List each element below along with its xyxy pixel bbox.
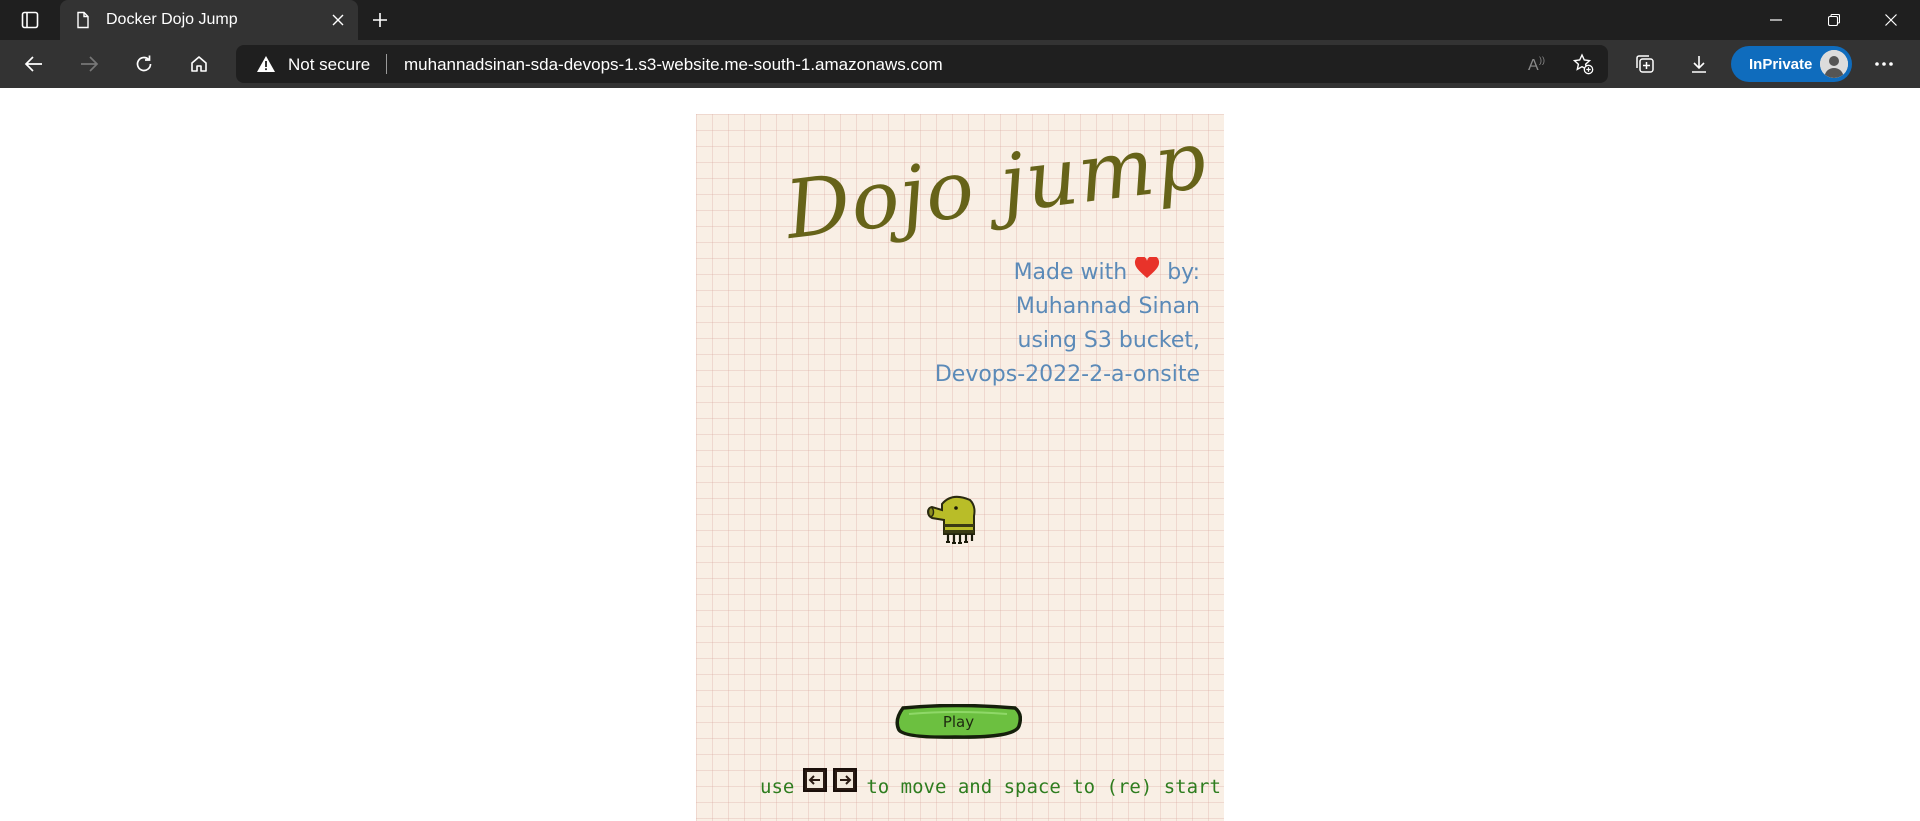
svg-text:)): )) xyxy=(1539,55,1545,65)
credits-by: by: xyxy=(1167,260,1200,285)
collections-icon[interactable] xyxy=(1627,48,1663,80)
home-icon[interactable] xyxy=(181,48,217,80)
credits-platform: using S3 bucket, xyxy=(1017,328,1201,353)
minimize-icon[interactable] xyxy=(1747,0,1805,40)
refresh-icon[interactable] xyxy=(126,48,162,80)
heart-icon xyxy=(1134,255,1160,290)
security-label[interactable]: Not secure xyxy=(288,55,370,75)
credits-made-with: Made with xyxy=(1013,260,1128,285)
address-divider xyxy=(386,54,387,74)
forward-arrow-icon[interactable] xyxy=(71,48,107,80)
more-icon[interactable] xyxy=(1866,48,1902,80)
plus-icon[interactable] xyxy=(366,8,394,32)
add-favorite-icon[interactable] xyxy=(1567,49,1599,79)
credits-author: Muhannad Sinan xyxy=(1015,294,1200,319)
inprivate-label: InPrivate xyxy=(1749,56,1813,73)
close-icon[interactable] xyxy=(328,10,348,30)
right-arrow-key-icon xyxy=(833,768,858,792)
browser-toolbar: Not secure muhannadsinan-sda-devops-1.s3… xyxy=(0,40,1920,88)
controls-hint: use to move and space to (re) start... xyxy=(760,768,1224,798)
doodler-character-icon xyxy=(926,494,978,548)
tab-title: Docker Dojo Jump xyxy=(106,11,238,28)
tab-actions-icon[interactable] xyxy=(14,8,46,32)
restore-icon[interactable] xyxy=(1805,0,1863,40)
read-aloud-icon[interactable]: A)) xyxy=(1522,49,1554,79)
document-icon xyxy=(74,11,92,29)
avatar-icon xyxy=(1820,50,1848,78)
address-bar[interactable]: Not secure muhannadsinan-sda-devops-1.s3… xyxy=(236,45,1608,83)
credits: Made with by: Muhannad Sinan using S3 bu… xyxy=(934,255,1201,392)
back-arrow-icon[interactable] xyxy=(16,48,52,80)
warning-icon[interactable] xyxy=(256,55,276,73)
tab-bar: Docker Dojo Jump xyxy=(0,0,1920,40)
hint-suffix: to move and space to (re) start... xyxy=(866,776,1224,798)
credits-cohort: Devops-2022-2-a-onsite xyxy=(934,362,1200,387)
url-text[interactable]: muhannadsinan-sda-devops-1.s3-website.me… xyxy=(404,55,943,75)
browser-tab[interactable]: Docker Dojo Jump xyxy=(60,0,358,40)
left-arrow-key-icon xyxy=(803,768,828,792)
close-window-icon[interactable] xyxy=(1862,0,1920,40)
game-title: Dojo jump xyxy=(780,114,1212,257)
download-icon[interactable] xyxy=(1681,48,1717,80)
play-label: Play xyxy=(942,713,975,731)
inprivate-button[interactable]: InPrivate xyxy=(1731,46,1852,82)
play-button[interactable]: Play xyxy=(895,704,1022,740)
hint-prefix: use xyxy=(760,776,795,798)
svg-text:A: A xyxy=(1528,57,1539,74)
game-canvas[interactable]: Dojo jump Made with by: Muhannad Sinan u… xyxy=(696,114,1224,821)
credits-made-with-line: Made with by: xyxy=(935,255,1200,290)
